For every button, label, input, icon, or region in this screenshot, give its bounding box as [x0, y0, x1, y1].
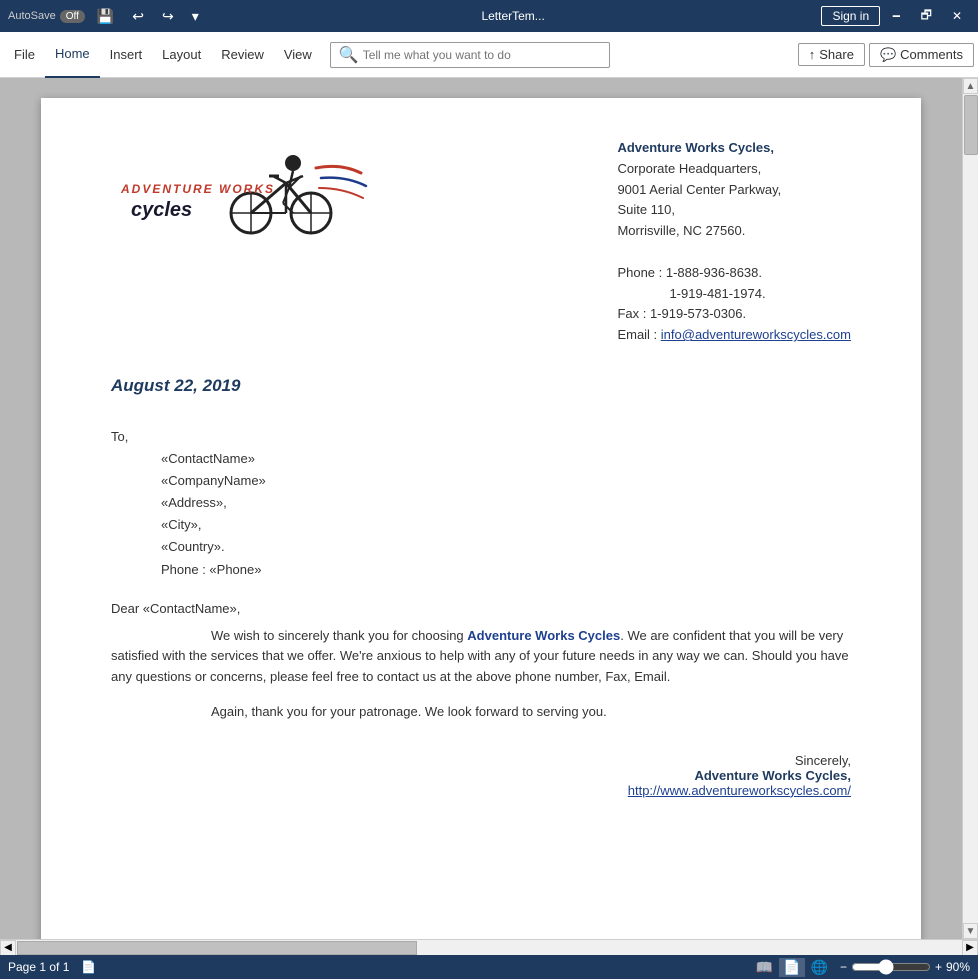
- scroll-down-arrow[interactable]: ▼: [963, 923, 978, 939]
- dear-line: Dear «ContactName»,: [111, 601, 851, 616]
- to-label: To,: [111, 426, 851, 448]
- sincerely: Sincerely,: [111, 753, 851, 768]
- tab-insert[interactable]: Insert: [100, 32, 153, 78]
- comments-button[interactable]: 💬 Comments: [869, 43, 974, 67]
- merge-country: «Country».: [161, 536, 851, 558]
- zoom-percent: 90%: [946, 960, 970, 974]
- tab-layout[interactable]: Layout: [152, 32, 211, 78]
- status-bar: Page 1 of 1 📄 📖 📄 🌐 − + 90%: [0, 955, 978, 979]
- body-paragraph-1: We wish to sincerely thank you for choos…: [111, 626, 851, 688]
- document-page[interactable]: ADVENTURE WORKS cycles Adventure Works C…: [41, 98, 921, 939]
- title-bar: AutoSave Off 💾 ↩ ↪ ▾ LetterTem... Sign i…: [0, 0, 978, 32]
- main-area: ADVENTURE WORKS cycles Adventure Works C…: [0, 78, 978, 939]
- autosave-toggle[interactable]: Off: [60, 10, 85, 23]
- email-label: Email :: [617, 327, 660, 342]
- zoom-plus[interactable]: +: [935, 960, 942, 974]
- autosave-badge: AutoSave Off: [8, 10, 85, 23]
- merge-city: «City»,: [161, 514, 851, 536]
- letter-body: We wish to sincerely thank you for choos…: [111, 626, 851, 723]
- address-block: To, «ContactName» «CompanyName» «Address…: [111, 426, 851, 581]
- save-button[interactable]: 💾: [91, 6, 120, 27]
- page-info: Page 1 of 1: [8, 960, 69, 974]
- company-info: Adventure Works Cycles, Corporate Headqu…: [617, 138, 851, 346]
- undo-button[interactable]: ↩: [126, 6, 150, 27]
- share-button[interactable]: ↑ Share: [798, 43, 865, 66]
- scroll-up-arrow[interactable]: ▲: [963, 78, 978, 94]
- document-area: ADVENTURE WORKS cycles Adventure Works C…: [0, 78, 962, 939]
- address-contact: «ContactName» «CompanyName» «Address», «…: [111, 448, 851, 581]
- body-paragraph-2: Again, thank you for your patronage. We …: [111, 702, 851, 723]
- window-title: LetterTem...: [205, 9, 822, 23]
- close-button[interactable]: ✕: [944, 7, 970, 25]
- tab-view[interactable]: View: [274, 32, 322, 78]
- ribbon-search-box[interactable]: 🔍: [330, 42, 610, 68]
- merge-phone: Phone : «Phone»: [161, 559, 851, 581]
- redo-button[interactable]: ↪: [156, 6, 180, 27]
- scroll-track[interactable]: [963, 94, 978, 923]
- company-phone1: Phone : 1-888-936-8638.: [617, 263, 851, 284]
- letter-header: ADVENTURE WORKS cycles Adventure Works C…: [111, 138, 851, 346]
- logo-area: ADVENTURE WORKS cycles: [111, 138, 371, 238]
- letter-date: August 22, 2019: [111, 376, 851, 396]
- restore-button[interactable]: 🗗: [913, 4, 940, 29]
- tab-file[interactable]: File: [4, 32, 45, 78]
- status-right: 📖 📄 🌐 − + 90%: [752, 958, 970, 977]
- vertical-scrollbar[interactable]: ▲ ▼: [962, 78, 978, 939]
- sign-in-button[interactable]: Sign in: [821, 6, 880, 26]
- tab-home[interactable]: Home: [45, 32, 100, 78]
- title-bar-right: Sign in 🗕 🗗 ✕: [821, 4, 970, 29]
- zoom-control: − + 90%: [840, 959, 970, 975]
- share-icon: ↑: [809, 47, 816, 62]
- zoom-minus[interactable]: −: [840, 960, 847, 974]
- print-view-button[interactable]: 📄: [779, 958, 804, 977]
- h-scroll-track[interactable]: [16, 940, 962, 956]
- scroll-thumb[interactable]: [964, 95, 978, 155]
- scroll-right-arrow[interactable]: ▶: [962, 940, 978, 956]
- company-line3: Suite 110,: [617, 200, 851, 221]
- email-link[interactable]: info@adventureworkscycles.com: [661, 327, 851, 342]
- view-buttons: 📖 📄 🌐: [752, 958, 832, 977]
- status-left: Page 1 of 1 📄: [8, 960, 96, 974]
- company-name: Adventure Works Cycles,: [617, 138, 851, 159]
- tab-review[interactable]: Review: [211, 32, 274, 78]
- sig-name: Adventure Works Cycles,: [111, 768, 851, 783]
- company-email: Email : info@adventureworkscycles.com: [617, 325, 851, 346]
- ribbon-actions: ↑ Share 💬 Comments: [798, 43, 974, 67]
- read-view-button[interactable]: 📖: [752, 958, 777, 977]
- horizontal-scrollbar[interactable]: ◀ ▶: [0, 939, 978, 955]
- company-logo: ADVENTURE WORKS cycles: [111, 138, 371, 238]
- company-line2: 9001 Aerial Center Parkway,: [617, 180, 851, 201]
- company-fax: Fax : 1-919-573-0306.: [617, 304, 851, 325]
- svg-text:cycles: cycles: [131, 199, 192, 221]
- web-view-button[interactable]: 🌐: [807, 958, 832, 977]
- autosave-label: AutoSave: [8, 10, 56, 22]
- title-bar-left: AutoSave Off 💾 ↩ ↪ ▾: [8, 6, 205, 27]
- merge-address: «Address»,: [161, 492, 851, 514]
- signature-block: Sincerely, Adventure Works Cycles, http:…: [111, 753, 851, 798]
- ribbon: File Home Insert Layout Review View 🔍 ↑ …: [0, 32, 978, 78]
- minimize-button[interactable]: 🗕: [884, 4, 909, 29]
- company-line4: Morrisville, NC 27560.: [617, 221, 851, 242]
- website-link[interactable]: http://www.adventureworkscycles.com/: [628, 783, 851, 798]
- company-line1: Corporate Headquarters,: [617, 159, 851, 180]
- customize-button[interactable]: ▾: [186, 6, 205, 27]
- svg-text:ADVENTURE WORKS: ADVENTURE WORKS: [120, 182, 275, 196]
- comment-icon: 💬: [880, 47, 896, 63]
- search-input[interactable]: [363, 48, 601, 62]
- company-phone2: 1-919-481-1974.: [617, 284, 851, 305]
- zoom-slider[interactable]: [851, 959, 931, 975]
- h-scroll-thumb[interactable]: [17, 941, 417, 955]
- merge-contact-name: «ContactName»: [161, 448, 851, 470]
- merge-company-name: «CompanyName»: [161, 470, 851, 492]
- scroll-left-arrow[interactable]: ◀: [0, 940, 16, 956]
- search-icon: 🔍: [339, 45, 359, 65]
- word-count-icon: 📄: [81, 960, 96, 974]
